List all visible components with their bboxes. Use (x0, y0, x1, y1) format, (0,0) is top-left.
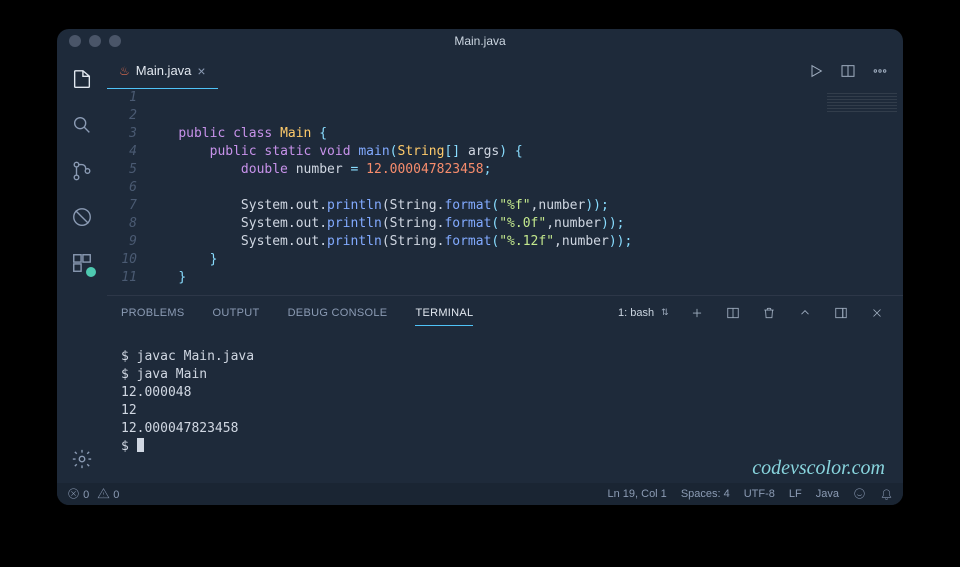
toggle-panel-icon[interactable] (829, 301, 853, 325)
zoom-traffic[interactable] (109, 35, 121, 47)
panel-tabs: PROBLEMS OUTPUT DEBUG CONSOLE TERMINAL 1… (107, 296, 903, 330)
split-editor-icon[interactable] (839, 62, 857, 80)
terminal-content[interactable]: $ javac Main.java $ java Main 12.000048 … (107, 330, 903, 483)
more-actions-icon[interactable] (871, 62, 889, 80)
tab-output[interactable]: OUTPUT (213, 307, 260, 319)
notifications-bell-icon[interactable] (880, 487, 893, 501)
bottom-panel: PROBLEMS OUTPUT DEBUG CONSOLE TERMINAL 1… (107, 295, 903, 483)
code-content: public class Main { public static void m… (147, 89, 903, 295)
traffic-lights (57, 35, 121, 47)
tab-debug-console[interactable]: DEBUG CONSOLE (288, 307, 388, 319)
close-traffic[interactable] (69, 35, 81, 47)
source-control-icon[interactable] (70, 159, 94, 183)
java-file-icon: ♨ (119, 64, 130, 78)
activity-bar (57, 53, 107, 483)
code-editor[interactable]: 1234567891011 public class Main { public… (107, 89, 903, 295)
body: ♨ Main.java × 1234567891011 public class… (57, 53, 903, 483)
minimize-traffic[interactable] (89, 35, 101, 47)
status-bar: 0 0 Ln 19, Col 1 Spaces: 4 UTF-8 LF Java (57, 483, 903, 505)
line-gutter: 1234567891011 (107, 89, 147, 295)
minimap[interactable] (827, 93, 897, 113)
status-indentation[interactable]: Spaces: 4 (681, 488, 730, 500)
tab-problems[interactable]: PROBLEMS (121, 307, 185, 319)
new-terminal-icon[interactable] (685, 301, 709, 325)
editor-tabs: ♨ Main.java × (107, 53, 903, 89)
terminal-shell-select[interactable]: 1: bash (612, 305, 673, 321)
debug-icon[interactable] (70, 205, 94, 229)
watermark: codevscolor.com (752, 459, 885, 477)
feedback-icon[interactable] (853, 487, 866, 501)
split-terminal-icon[interactable] (721, 301, 745, 325)
editor-actions (807, 62, 903, 80)
panel-actions: 1: bash (612, 301, 889, 325)
terminal-cursor (137, 438, 144, 452)
titlebar: Main.java (57, 29, 903, 53)
explorer-icon[interactable] (70, 67, 94, 91)
tab-filename: Main.java (136, 63, 192, 78)
kill-terminal-icon[interactable] (757, 301, 781, 325)
status-encoding[interactable]: UTF-8 (744, 488, 775, 500)
status-language[interactable]: Java (816, 488, 839, 500)
tab-main-java[interactable]: ♨ Main.java × (107, 53, 218, 89)
status-errors[interactable]: 0 (67, 487, 89, 501)
search-icon[interactable] (70, 113, 94, 137)
extensions-icon[interactable] (70, 251, 94, 275)
main-area: ♨ Main.java × 1234567891011 public class… (107, 53, 903, 483)
status-eol[interactable]: LF (789, 488, 802, 500)
status-cursor-pos[interactable]: Ln 19, Col 1 (607, 488, 666, 500)
settings-gear-icon[interactable] (70, 447, 94, 471)
window-title: Main.java (454, 34, 505, 48)
close-tab-icon[interactable]: × (197, 63, 205, 79)
editor-window: Main.java ♨ Main.java × (57, 29, 903, 505)
status-warnings[interactable]: 0 (97, 487, 119, 501)
run-icon[interactable] (807, 62, 825, 80)
tab-terminal[interactable]: TERMINAL (415, 307, 473, 326)
maximize-panel-icon[interactable] (793, 301, 817, 325)
close-panel-icon[interactable] (865, 301, 889, 325)
